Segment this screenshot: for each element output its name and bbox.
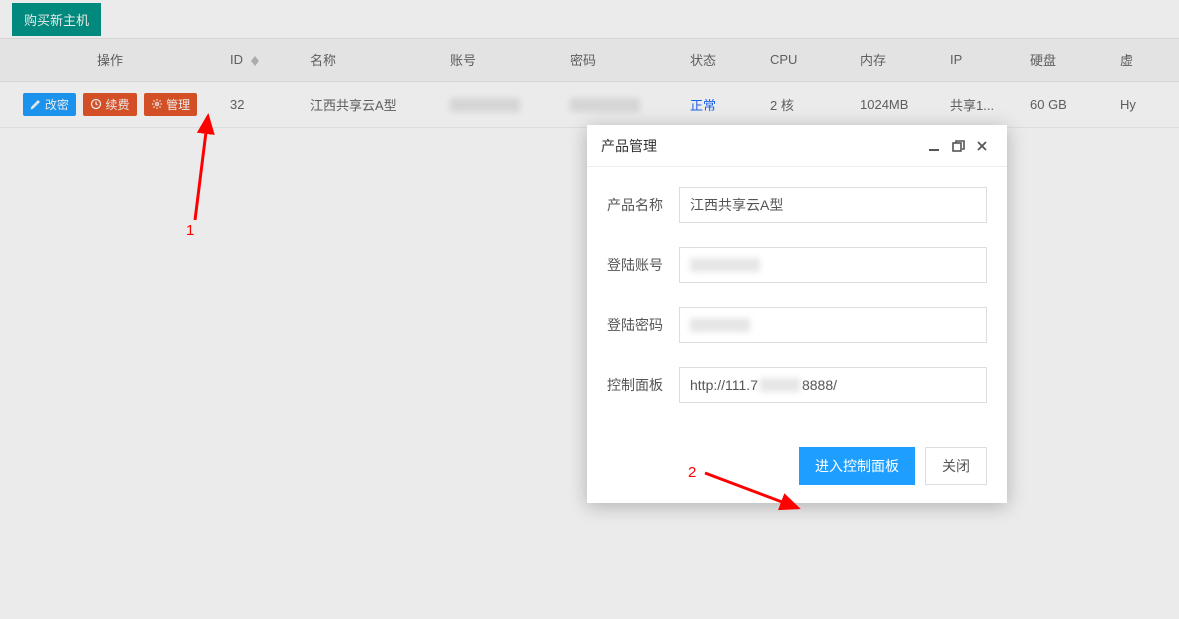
- col-name: 名称: [300, 39, 440, 81]
- product-name-label: 产品名称: [607, 195, 679, 215]
- table-row: 改密 续费 管理 32 江西共享云A型 正常 2 核 1: [0, 81, 1179, 127]
- col-id-label: ID: [230, 52, 243, 67]
- col-password: 密码: [560, 39, 680, 81]
- cell-status: 正常: [680, 81, 760, 127]
- annotation-1: 1: [186, 222, 194, 239]
- clock-icon: [90, 98, 102, 110]
- change-password-label: 改密: [45, 96, 69, 113]
- col-ip: IP: [940, 39, 1020, 81]
- maximize-icon[interactable]: [947, 135, 969, 157]
- cell-id: 32: [220, 81, 300, 127]
- col-disk: 硬盘: [1020, 39, 1110, 81]
- status-badge: 正常: [690, 98, 716, 113]
- product-name-value: 江西共享云A型: [690, 195, 783, 215]
- control-panel-input[interactable]: http://111.7 8888/: [679, 367, 987, 403]
- cell-memory: 1024MB: [850, 81, 940, 127]
- login-account-input[interactable]: [679, 247, 987, 283]
- cell-password: [560, 81, 680, 127]
- login-password-input[interactable]: [679, 307, 987, 343]
- minimize-icon[interactable]: [923, 135, 945, 157]
- dialog-title: 产品管理: [601, 136, 657, 156]
- cell-disk: 60 GB: [1020, 81, 1110, 127]
- col-status: 状态: [680, 39, 760, 81]
- close-icon[interactable]: [971, 135, 993, 157]
- control-panel-prefix: http://111.7: [690, 377, 758, 393]
- buy-host-button[interactable]: 购买新主机: [12, 3, 101, 36]
- close-button[interactable]: 关闭: [925, 447, 987, 485]
- col-account: 账号: [440, 39, 560, 81]
- change-password-button[interactable]: 改密: [23, 93, 76, 116]
- product-manage-dialog: 产品管理 产品名称 江西共享云A型 登陆账号 登陆密码 控制面板 http://…: [587, 125, 1007, 503]
- col-cpu: CPU: [760, 39, 850, 81]
- cell-ip: 共享1...: [940, 81, 1020, 127]
- pencil-icon: [30, 98, 42, 110]
- control-panel-suffix: 8888/: [802, 377, 837, 393]
- cell-cpu: 2 核: [760, 81, 850, 127]
- renew-button[interactable]: 续费: [83, 93, 136, 116]
- col-memory: 内存: [850, 39, 940, 81]
- col-ops: 操作: [0, 39, 220, 81]
- host-table: 操作 ID 名称 账号 密码 状态 CPU 内存 IP 硬盘 虚: [0, 39, 1179, 128]
- col-id[interactable]: ID: [220, 39, 300, 81]
- cell-account: [440, 81, 560, 127]
- cell-virt: Hy: [1110, 81, 1179, 127]
- login-password-label: 登陆密码: [607, 315, 679, 335]
- col-virt: 虚: [1110, 39, 1179, 81]
- control-panel-label: 控制面板: [607, 375, 679, 395]
- manage-button[interactable]: 管理: [144, 93, 197, 116]
- renew-label: 续费: [105, 96, 129, 113]
- login-account-label: 登陆账号: [607, 255, 679, 275]
- product-name-input[interactable]: 江西共享云A型: [679, 187, 987, 223]
- enter-control-panel-button[interactable]: 进入控制面板: [799, 447, 915, 485]
- cell-name: 江西共享云A型: [300, 81, 440, 127]
- gear-icon: [151, 98, 163, 110]
- sort-icon[interactable]: [251, 56, 259, 66]
- manage-label: 管理: [166, 96, 190, 113]
